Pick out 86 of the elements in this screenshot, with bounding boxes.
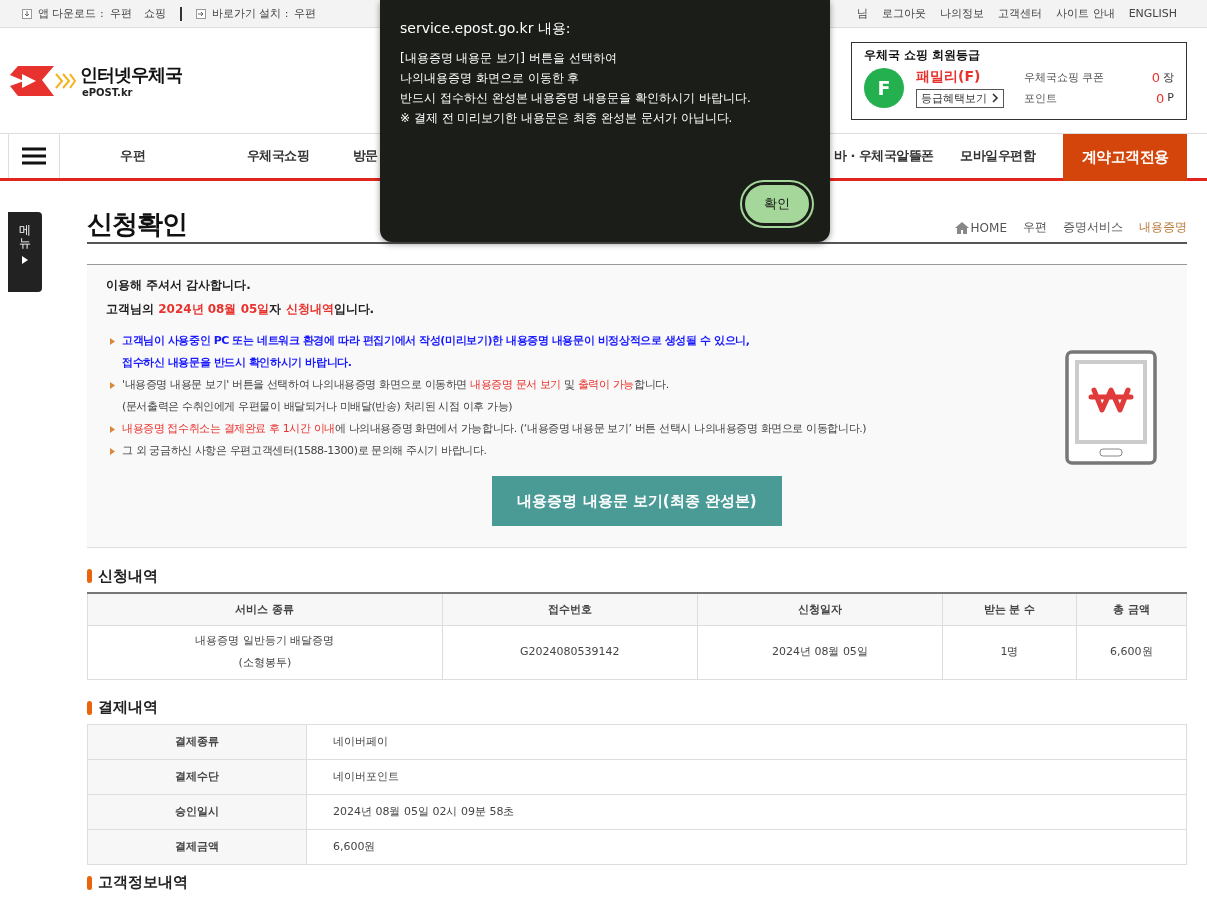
nav-item[interactable]: 방문	[350, 147, 380, 165]
logo-icon	[8, 63, 76, 98]
tablet-won-icon	[1065, 350, 1157, 465]
chevron-icon	[991, 93, 999, 103]
table-cell: 내용증명 일반등기 배달증명 (소형봉투)	[87, 625, 443, 679]
shortcut-link[interactable]: 우편	[294, 6, 317, 21]
dialog-title: service.epost.go.kr 내용:	[400, 20, 572, 38]
notice-text: '내용증명 내용문 보기' 버튼을 선택하여 나의내용증명 화면으로 이동하면 내용증명 문서 보기 및 출력이 가능합니다.	[106, 374, 1168, 396]
section-title: 고객정보내역	[98, 873, 188, 892]
notice-text: 내용증명 접수취소는 결제완료 후 1시간 이내에 나의내용증명 화면에서 가능합니다. (‘내용증명 내용문 보기’ 버튼 선택시 나의내용증명 화면으로 이동합니다.)	[106, 418, 1168, 440]
top-link[interactable]: 나의정보	[940, 6, 985, 21]
table-cell: 네이버포인트	[306, 759, 1187, 794]
table-cell: G2024080539142	[442, 625, 697, 679]
row-label: 승인일시	[87, 794, 307, 829]
download-icon	[22, 8, 32, 19]
table-cell: 6,600원	[306, 829, 1187, 864]
menu-icon	[22, 147, 46, 165]
dialog-message: 나의내용증명 화면으로 이동한 후	[400, 70, 581, 87]
bullet-icon	[110, 338, 115, 345]
row-label: 결제금액	[87, 829, 307, 864]
section-marker	[87, 700, 92, 715]
section-marker	[87, 875, 92, 890]
dialog-message: [내용증명 내용문 보기] 버튼을 선택하여	[400, 50, 618, 67]
table-cell: 2024년 08월 05일	[697, 625, 943, 679]
menu-button[interactable]	[8, 134, 60, 178]
thanks-text: 이용해 주셔서 감사합니다.	[106, 277, 252, 294]
bullet-icon	[110, 382, 115, 389]
logo-subtitle: ePOST.kr	[82, 87, 134, 98]
ok-button[interactable]: 확인	[742, 182, 812, 226]
nav-item[interactable]: 우체국쇼핑	[205, 147, 351, 165]
page-title: 신청확인	[87, 208, 187, 241]
row-label: 결제수단	[87, 759, 307, 794]
stat-label: 포인트	[1024, 90, 1057, 106]
app-download-label: 앱 다운로드 :	[38, 6, 104, 21]
section-title: 신청내역	[98, 566, 158, 586]
triangle-icon	[22, 256, 28, 265]
breadcrumb-link[interactable]: HOME	[954, 220, 1007, 235]
summary-text: 고객님의 2024년 08월 05일자 신청내역입니다.	[106, 301, 376, 318]
breadcrumb-link[interactable]: 우편	[1023, 219, 1047, 236]
app-link[interactable]: 쇼핑	[143, 6, 166, 21]
table-cell: 2024년 08월 05일 02시 09분 58초	[306, 794, 1187, 829]
app-link[interactable]: 우편	[109, 6, 132, 21]
table-cell: 네이버페이	[306, 724, 1187, 759]
notice-text: 고객님이 사용중인 PC 또는 네트워크 환경에 따라 편집기에서 작성(미리보기)한 내용증명 내용문이 비정상적으로 생성될 수 있으니,	[106, 330, 1168, 352]
top-link[interactable]: 로그아웃	[882, 6, 927, 21]
arrow-icon	[195, 8, 206, 19]
logo-name: 인터넷우체국	[80, 63, 182, 87]
column-header: 총 금액	[1076, 593, 1187, 625]
stat-value: 0	[1151, 69, 1160, 85]
stat-unit: 장	[1163, 69, 1174, 85]
grade-name: 패밀리(F)	[916, 67, 982, 86]
side-menu-label: 메뉴	[19, 224, 31, 251]
section-title: 결제내역	[98, 698, 158, 717]
bullet-icon	[110, 448, 115, 455]
benefit-button[interactable]: 등급혜택보기	[916, 88, 1004, 108]
breadcrumb-link[interactable]: 내용증명	[1139, 219, 1187, 236]
row-label: 결제종류	[87, 724, 307, 759]
breadcrumb-link[interactable]: 증명서비스	[1063, 219, 1123, 236]
table-cell: 6,600원	[1076, 625, 1187, 679]
dialog-message: ※ 결제 전 미리보기한 내용문은 최종 완성본 문서가 아닙니다.	[400, 110, 734, 127]
side-menu-tab[interactable]: 메뉴	[8, 212, 42, 292]
column-header: 서비스 종류	[87, 593, 443, 625]
dialog-message: 반드시 접수하신 완성본 내용증명 내용문을 확인하시기 바랍니다.	[400, 90, 752, 107]
nav-item[interactable]: 모바일우편함	[960, 147, 1035, 165]
notice-text: 그 외 궁금하신 사항은 우편고객센터(1588-1300)로 문의해 주시기 바랍니다.	[106, 440, 1168, 462]
grade-badge: F	[864, 67, 904, 108]
column-header: 받는 분 수	[942, 593, 1077, 625]
column-header: 신청일자	[697, 593, 943, 625]
stat-unit: P	[1167, 90, 1174, 106]
section-marker	[87, 569, 92, 583]
shortcut-label: 바로가기 설치 :	[211, 6, 289, 21]
top-link[interactable]: 사이트 안내	[1056, 6, 1115, 21]
grade-title: 우체국 쇼핑 회원등급	[864, 46, 982, 64]
notice-text: 접수하신 내용문을 반드시 확인하시기 바랍니다.	[121, 355, 353, 371]
nav-item[interactable]: 우편	[60, 147, 206, 165]
column-header: 접수번호	[442, 593, 697, 625]
top-link[interactable]: 고객센터	[998, 6, 1043, 21]
stat-value: 0	[1156, 90, 1165, 106]
stat-label: 우체국쇼핑 쿠폰	[1024, 69, 1105, 85]
bullet-icon	[110, 426, 115, 433]
top-link[interactable]: ENGLISH	[1128, 7, 1177, 20]
home-icon	[954, 221, 969, 234]
user-name: 님	[857, 6, 869, 21]
table-cell: 1명	[942, 625, 1077, 679]
nav-item[interactable]: 바 · 우체국알뜰폰	[834, 147, 934, 165]
notice-text: (문서출력은 수취인에게 우편물이 배달되거나 미배달(반송) 처리된 시점 이후 가능)	[121, 399, 514, 415]
